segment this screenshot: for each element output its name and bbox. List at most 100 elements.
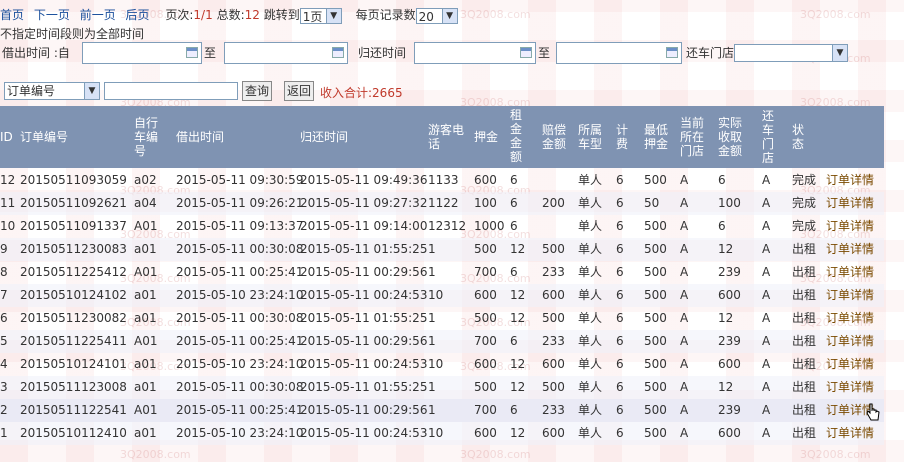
- cell-order-no: 20150511093059: [20, 173, 127, 187]
- order-detail-link[interactable]: 订单详情: [826, 169, 874, 192]
- cell-actual-amount: 600: [718, 426, 741, 440]
- cell-order-no: 20150511225412: [20, 265, 127, 279]
- chevron-down-icon: ▼: [441, 8, 457, 23]
- last-page-link[interactable]: 后页: [126, 8, 150, 22]
- order-detail-link[interactable]: 订单详情: [826, 284, 874, 307]
- cell-order-no: 20150511230082: [20, 311, 127, 325]
- total-value: 12: [244, 8, 260, 22]
- cell-return-store: A: [762, 265, 771, 279]
- cell-return-store: A: [762, 334, 771, 348]
- cell-current-store: A: [680, 357, 689, 371]
- cell-return-store: A: [762, 357, 771, 371]
- cell-current-store: A: [680, 334, 689, 348]
- cell-billing: 6: [616, 357, 624, 371]
- jump-page-select[interactable]: 1页 ▼: [299, 7, 342, 24]
- chevron-down-icon: ▼: [832, 45, 847, 61]
- cell-order-no: 20150511225411: [20, 334, 127, 348]
- cell-min-deposit: 500: [644, 311, 667, 325]
- cell-status: 完成: [792, 196, 817, 210]
- calendar-icon[interactable]: [520, 47, 532, 58]
- cell-min-deposit: 500: [644, 242, 667, 256]
- cell-compensation: 500: [542, 242, 565, 256]
- cell-billing: 6: [616, 380, 624, 394]
- return-to-input[interactable]: [556, 42, 682, 64]
- cell-return-time: 2015-05-11 01:55:25: [300, 380, 428, 394]
- to-label-2: 至: [538, 46, 551, 60]
- order-detail-link[interactable]: 订单详情: [826, 238, 874, 261]
- cell-id: 8: [0, 265, 8, 279]
- borrow-from-input[interactable]: [82, 42, 202, 64]
- search-input[interactable]: [104, 82, 238, 100]
- cell-status: 出租: [792, 403, 817, 417]
- cell-return-time: 2015-05-11 00:29:56: [300, 334, 428, 348]
- table-row: 12 20150511093059 a02 2015-05-11 09:30:59 20…: [0, 169, 884, 192]
- table-row: 1 20150510112410 a01 2015-05-10 23:24:10 201…: [0, 422, 884, 445]
- table-row: 2 20150511122541 A01 2015-05-11 00:25:41 201…: [0, 399, 884, 422]
- cell-min-deposit: 500: [644, 380, 667, 394]
- cell-return-store: A: [762, 219, 771, 233]
- order-detail-link[interactable]: 订单详情: [826, 215, 874, 238]
- cell-return-time: 2015-05-11 00:24:53: [300, 357, 428, 371]
- cell-return-store: A: [762, 380, 771, 394]
- cell-deposit: 700: [474, 265, 497, 279]
- cell-min-deposit: 500: [644, 334, 667, 348]
- cell-status: 出租: [792, 265, 817, 279]
- table-row: 4 20150510124101 a01 2015-05-10 23:24:10 201…: [0, 353, 884, 376]
- cell-compensation: 600: [542, 357, 565, 371]
- cell-bike-type: 单人: [578, 196, 603, 210]
- order-detail-link[interactable]: 订单详情: [826, 261, 874, 284]
- calendar-icon[interactable]: [666, 47, 678, 58]
- order-detail-link[interactable]: 订单详情: [826, 353, 874, 376]
- cell-rent: 6: [510, 334, 518, 348]
- watermark-text: 3Q2008.com: [460, 448, 531, 461]
- to-label-1: 至: [204, 46, 217, 60]
- cell-return-store: A: [762, 173, 771, 187]
- cell-deposit: 600: [474, 288, 497, 302]
- cell-actual-amount: 600: [718, 288, 741, 302]
- prev-page-link[interactable]: 前一页: [80, 8, 116, 22]
- order-detail-link[interactable]: 订单详情: [826, 307, 874, 330]
- cell-phone: 1: [428, 311, 436, 325]
- cell-actual-amount: 239: [718, 265, 741, 279]
- query-button[interactable]: 查询: [242, 81, 272, 101]
- search-field-select[interactable]: 订单编号 ▼: [4, 82, 100, 100]
- back-button[interactable]: 返回: [284, 81, 314, 101]
- per-page-label: 每页记录数: [355, 8, 416, 22]
- return-from-input[interactable]: [414, 42, 536, 64]
- cell-current-store: A: [680, 265, 689, 279]
- cell-phone: 10: [428, 288, 444, 302]
- borrow-to-input[interactable]: [224, 42, 348, 64]
- cell-min-deposit: 500: [644, 219, 667, 233]
- cell-return-store: A: [762, 426, 771, 440]
- cell-bike-type: 单人: [578, 311, 603, 325]
- cell-bike-type: 单人: [578, 288, 603, 302]
- cell-bike-type: 单人: [578, 380, 603, 394]
- order-detail-link[interactable]: 订单详情: [826, 422, 874, 445]
- return-store-select[interactable]: ▼: [734, 44, 848, 62]
- cell-id: 4: [0, 357, 8, 371]
- cell-deposit: 100: [474, 196, 497, 210]
- watermark-text: 3Q2008.com: [460, 8, 531, 21]
- return-time-label: 归还时间: [358, 46, 407, 60]
- cell-status: 出租: [792, 334, 817, 348]
- cell-actual-amount: 12: [718, 380, 734, 394]
- cell-current-store: A: [680, 196, 689, 210]
- chevron-down-icon: ▼: [325, 8, 341, 23]
- first-page-link[interactable]: 首页: [0, 8, 24, 22]
- cell-billing: 6: [616, 242, 624, 256]
- calendar-icon[interactable]: [186, 47, 198, 58]
- calendar-icon[interactable]: [332, 47, 344, 58]
- per-page-select[interactable]: 20 ▼: [415, 7, 458, 24]
- cell-compensation: 600: [542, 426, 565, 440]
- order-detail-link[interactable]: 订单详情: [826, 376, 874, 399]
- cell-order-no: 20150510124101: [20, 357, 127, 371]
- cell-id: 7: [0, 288, 8, 302]
- cell-billing: 6: [616, 311, 624, 325]
- cell-compensation: 233: [542, 265, 565, 279]
- cell-deposit: 700: [474, 403, 497, 417]
- order-detail-link[interactable]: 订单详情: [826, 330, 874, 353]
- next-page-link[interactable]: 下一页: [34, 8, 70, 22]
- cell-status: 完成: [792, 219, 817, 233]
- cell-rent: 6: [510, 219, 518, 233]
- order-detail-link[interactable]: 订单详情: [826, 192, 874, 215]
